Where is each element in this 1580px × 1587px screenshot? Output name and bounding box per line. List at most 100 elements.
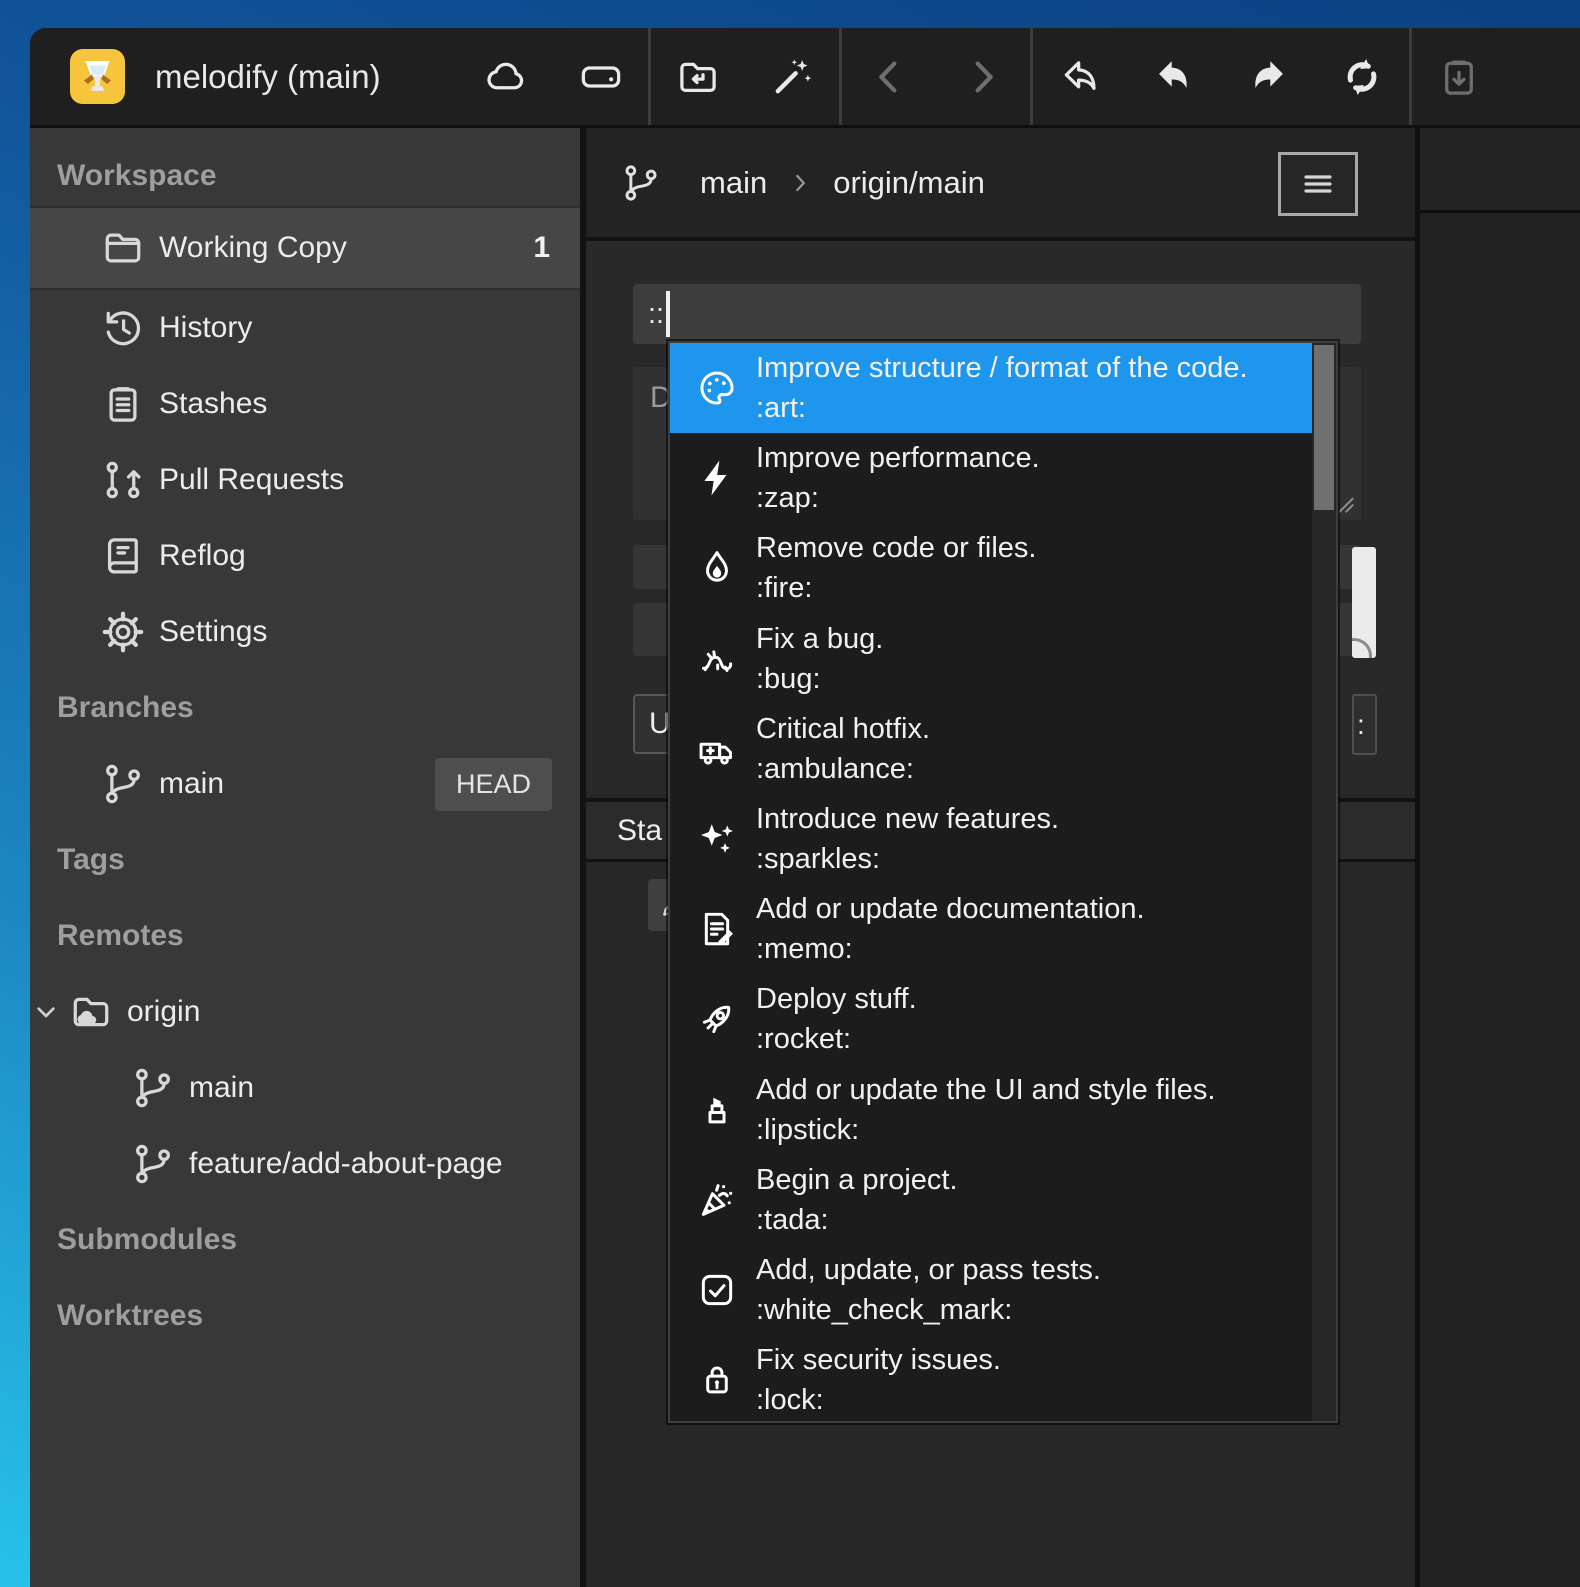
sidebar-item-settings[interactable]: Settings — [30, 594, 580, 670]
autocomplete-item-texts: Begin a project.:tada: — [756, 1160, 958, 1240]
open-repo-icon — [675, 54, 721, 100]
autocomplete-item-label: Improve structure / format of the code. — [756, 348, 1248, 388]
autocomplete-item-lipstick[interactable]: Add or update the UI and style files.:li… — [670, 1065, 1312, 1155]
autocomplete-item-bug[interactable]: Fix a bug.:bug: — [670, 614, 1312, 704]
sidebar-item-stashes[interactable]: Stashes — [30, 366, 580, 442]
pull-button[interactable] — [1127, 28, 1221, 125]
count-badge: 1 — [533, 231, 550, 265]
fetch-button[interactable] — [1315, 28, 1409, 125]
panel-menu-button[interactable] — [1278, 152, 1358, 216]
sidebar-section-label: Tags — [57, 843, 125, 877]
forward-button — [936, 28, 1030, 125]
folder-icon — [100, 225, 146, 271]
autocomplete-item-code: :ambulance: — [756, 749, 930, 789]
discard-button[interactable] — [1033, 28, 1127, 125]
autocomplete-item-texts: Deploy stuff.:rocket: — [756, 979, 917, 1059]
gitmoji-autocomplete-dropdown: Improve structure / format of the code.:… — [668, 341, 1338, 1423]
sidebar-item-label: main — [159, 767, 224, 801]
magic-wand-button[interactable] — [745, 28, 839, 125]
autocomplete-item-art[interactable]: Improve structure / format of the code.:… — [670, 343, 1312, 433]
back-icon — [866, 54, 912, 100]
sidebar-section-submodules[interactable]: Submodules — [30, 1202, 580, 1278]
sidebar-item-main[interactable]: main — [30, 1050, 580, 1126]
magic-wand-icon — [769, 54, 815, 100]
forward-icon — [960, 54, 1006, 100]
head-badge: HEAD — [435, 758, 552, 811]
stash-button — [1412, 28, 1506, 125]
sidebar-section-worktrees[interactable]: Worktrees — [30, 1278, 580, 1354]
current-branch[interactable]: main — [700, 165, 767, 201]
autocomplete-item-code: :lock: — [756, 1380, 1001, 1420]
commit-summary-input[interactable]: :: — [633, 284, 1361, 344]
sidebar-item-feature-add-about-page[interactable]: feature/add-about-page — [30, 1126, 580, 1202]
back-button — [842, 28, 936, 125]
sidebar-item-history[interactable]: History — [30, 290, 580, 366]
hard-drive-button[interactable] — [554, 28, 648, 125]
open-repo-button[interactable] — [651, 28, 745, 125]
sidebar-item-main[interactable]: main HEAD — [30, 746, 580, 822]
sidebar-section-workspace[interactable]: Workspace — [30, 146, 580, 206]
autocomplete-item-ambulance[interactable]: Critical hotfix.:ambulance: — [670, 704, 1312, 794]
window-title: melodify (main) — [155, 28, 381, 125]
autocomplete-item-sparkles[interactable]: Introduce new features.:sparkles: — [670, 794, 1312, 884]
autocomplete-item-code: :sparkles: — [756, 839, 1059, 879]
autocomplete-item-code: :zap: — [756, 478, 1040, 518]
sidebar: Workspace Working Copy 1 HistoryStashesPull… — [30, 128, 580, 1587]
autocomplete-item-code: :white_check_mark: — [756, 1290, 1101, 1330]
sidebar-section-tags[interactable]: Tags — [30, 822, 580, 898]
fetch-icon — [1339, 54, 1385, 100]
commit-button-label: : — [1357, 709, 1365, 741]
staged-files-label: Sta — [617, 814, 662, 848]
sidebar-item-working-copy[interactable]: Working Copy 1 — [30, 206, 580, 290]
autocomplete-item-fire[interactable]: Remove code or files.:fire: — [670, 523, 1312, 613]
sidebar-item-origin[interactable]: origin — [30, 974, 580, 1050]
clipboard-icon — [100, 381, 146, 427]
autocomplete-item-memo[interactable]: Add or update documentation.:memo: — [670, 884, 1312, 974]
history-icon — [100, 305, 146, 351]
cloud-button[interactable] — [460, 28, 554, 125]
git-branch-icon — [620, 162, 662, 204]
autocomplete-item-zap[interactable]: Improve performance.:zap: — [670, 433, 1312, 523]
title-bar[interactable]: melodify (main) — [30, 28, 1580, 128]
sidebar-item-label: Settings — [159, 615, 267, 649]
sidebar-section-branches[interactable]: Branches — [30, 670, 580, 746]
sparkles-icon — [696, 818, 738, 860]
check-icon — [696, 1269, 738, 1311]
autocomplete-item-label: Fix a bug. — [756, 619, 883, 659]
sidebar-section-label: Branches — [57, 691, 194, 725]
autocomplete-item-texts: Fix security issues.:lock: — [756, 1340, 1001, 1420]
chevron-down-icon — [30, 996, 62, 1028]
autocomplete-item-code: :lipstick: — [756, 1110, 1215, 1150]
hard-drive-icon — [578, 54, 624, 100]
dropdown-scrollbar[interactable] — [1312, 343, 1336, 1421]
palette-icon — [696, 367, 738, 409]
commit-button-fragment[interactable]: : — [1352, 694, 1377, 755]
gear-icon — [100, 609, 146, 655]
tada-icon — [696, 1179, 738, 1221]
sidebar-section-label: Remotes — [57, 919, 184, 953]
autocomplete-item-rocket[interactable]: Deploy stuff.:rocket: — [670, 974, 1312, 1064]
autocomplete-item-tada[interactable]: Begin a project.:tada: — [670, 1155, 1312, 1245]
sidebar-section-remotes[interactable]: Remotes — [30, 898, 580, 974]
autocomplete-item-texts: Improve structure / format of the code.:… — [756, 348, 1248, 428]
scroll-thumb-fragment[interactable] — [1352, 547, 1376, 658]
dropdown-scrollbar-thumb[interactable] — [1314, 345, 1334, 510]
sidebar-item-label: Working Copy — [159, 231, 347, 265]
discard-icon — [1057, 54, 1103, 100]
autocomplete-item-label: Introduce new features. — [756, 799, 1059, 839]
sidebar-item-pull-requests[interactable]: Pull Requests — [30, 442, 580, 518]
branch-icon — [100, 761, 146, 807]
autocomplete-item-texts: Fix a bug.:bug: — [756, 619, 883, 699]
autocomplete-item-lock[interactable]: Fix security issues.:lock: — [670, 1335, 1312, 1421]
autocomplete-item-code: :rocket: — [756, 1019, 917, 1059]
autocomplete-item-white-check-mark[interactable]: Add, update, or pass tests.:white_check_… — [670, 1245, 1312, 1335]
push-button[interactable] — [1221, 28, 1315, 125]
stash-icon — [1436, 54, 1482, 100]
sidebar-section-label: Worktrees — [57, 1299, 203, 1333]
branch-icon — [130, 1141, 176, 1187]
autocomplete-item-texts: Remove code or files.:fire: — [756, 528, 1036, 608]
sidebar-item-reflog[interactable]: Reflog — [30, 518, 580, 594]
sidebar-item-label: main — [189, 1071, 254, 1105]
cloud-icon — [484, 54, 530, 100]
upstream-branch[interactable]: origin/main — [833, 165, 985, 201]
